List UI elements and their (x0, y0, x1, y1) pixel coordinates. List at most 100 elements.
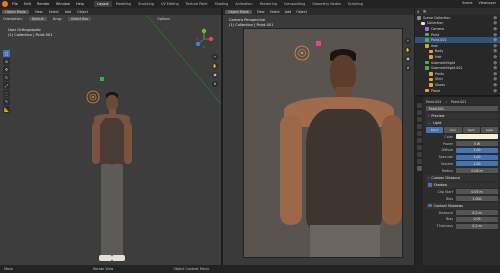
tab-modeling[interactable]: Modeling (113, 1, 134, 7)
pan-hand-icon[interactable]: ✋ (212, 63, 218, 69)
property-field[interactable]: 0.2 m (456, 223, 498, 229)
contact-shadows-checkbox[interactable] (428, 203, 432, 208)
visibility-eye-icon[interactable]: 👁 (493, 16, 497, 20)
zoom-icon[interactable]: + (212, 54, 218, 60)
outliner-item[interactable]: Plane 👁 (415, 88, 500, 94)
transform-tool-icon[interactable]: ⬚ (3, 90, 10, 97)
tab-constraints-icon[interactable] (416, 159, 422, 164)
scale-tool-icon[interactable]: ⤢ (3, 82, 10, 89)
viewport-user-ortho[interactable]: Object Mode View Select Add Object Orien… (0, 8, 222, 265)
tab-geometry-nodes[interactable]: Geometry Nodes (309, 1, 344, 7)
visibility-eye-icon[interactable]: 👁 (493, 61, 497, 65)
menu-edit[interactable]: Edit (24, 2, 31, 6)
property-field[interactable]: 0.03 (456, 216, 498, 222)
pan-hand-icon[interactable]: ✋ (405, 47, 411, 53)
color-swatch[interactable] (456, 134, 498, 140)
light-type-spot[interactable]: Spot (462, 126, 480, 133)
light-type-area[interactable]: Area (480, 126, 498, 133)
visibility-eye-icon[interactable]: 👁 (493, 83, 497, 87)
blender-logo-icon[interactable] (2, 1, 8, 7)
menu-object[interactable]: Object (77, 10, 88, 14)
orientation-dropdown[interactable]: Default (28, 16, 47, 21)
tab-world-icon[interactable] (416, 138, 422, 143)
tab-output-icon[interactable] (416, 117, 422, 122)
visibility-eye-icon[interactable]: 👁 (493, 21, 497, 25)
visibility-eye-icon[interactable]: 👁 (493, 55, 497, 59)
visibility-eye-icon[interactable]: 👁 (493, 49, 497, 53)
menu-object[interactable]: Object (296, 10, 307, 14)
camera-view-icon[interactable]: ▣ (212, 72, 218, 78)
visibility-eye-icon[interactable]: 👁 (493, 38, 497, 42)
shadow-section[interactable]: Shadow (426, 181, 498, 188)
preview-section[interactable]: › Preview (426, 112, 498, 119)
tab-light-data-icon[interactable] (416, 166, 422, 171)
property-field[interactable]: 0.08 m (456, 168, 498, 174)
property-field[interactable]: 0.05 m (456, 189, 498, 195)
viewlayer-selector[interactable]: ViewLayer (479, 1, 497, 5)
tab-compositing[interactable]: Compositing (281, 1, 308, 7)
datablock-field[interactable]: Point.001 (426, 106, 498, 112)
menu-add[interactable]: Add (285, 10, 291, 14)
perspective-grid-icon[interactable]: # (212, 81, 218, 87)
select-tool-icon[interactable]: ▢ (3, 50, 10, 57)
property-field[interactable]: 0.2 m (456, 210, 498, 216)
visibility-eye-icon[interactable]: 👁 (493, 77, 497, 81)
tab-layout[interactable]: Layout (94, 1, 112, 7)
tab-sculpting[interactable]: Sculpting (135, 1, 157, 7)
visibility-eye-icon[interactable]: 👁 (493, 66, 497, 70)
tab-texture-paint[interactable]: Texture Paint (183, 1, 211, 7)
tab-rendering[interactable]: Rendering (257, 1, 280, 7)
custom-distance-section[interactable]: › Custom Distance (426, 174, 498, 181)
mode-dropdown[interactable]: Object Mode (225, 9, 252, 14)
tab-scripting[interactable]: Scripting (345, 1, 366, 7)
visibility-eye-icon[interactable]: 👁 (493, 27, 497, 31)
tab-view-layer-icon[interactable] (416, 124, 422, 129)
light-type-point[interactable]: Point (426, 126, 444, 133)
outliner-search-icon[interactable]: 🔍 (423, 10, 427, 14)
menu-help[interactable]: Help (76, 2, 84, 6)
options-dropdown[interactable]: Options (157, 17, 170, 21)
character-model[interactable] (88, 92, 136, 265)
move-tool-icon[interactable]: ✥ (3, 66, 10, 73)
light-section[interactable]: ⌄ Light (426, 119, 498, 126)
property-field[interactable]: 1.000 (456, 196, 498, 202)
menu-view[interactable]: View (257, 10, 265, 14)
menu-add[interactable]: Add (65, 10, 71, 14)
menu-select[interactable]: Select (49, 10, 59, 14)
cursor-tool-icon[interactable]: ⊕ (3, 58, 10, 65)
zoom-icon[interactable]: + (405, 38, 411, 44)
visibility-eye-icon[interactable]: 👁 (493, 89, 497, 93)
drag-dropdown[interactable]: Select Box (67, 16, 92, 21)
tab-shading[interactable]: Shading (212, 1, 232, 7)
tab-uv-editing[interactable]: UV Editing (158, 1, 182, 7)
property-field[interactable]: 1.00 (456, 161, 498, 167)
perspective-grid-icon[interactable]: # (405, 65, 411, 71)
camera-view-icon[interactable]: ▣ (405, 56, 411, 62)
property-field[interactable]: 1.00 (456, 147, 498, 153)
tab-object-icon[interactable] (416, 145, 422, 150)
light-type-sun[interactable]: Sun (444, 126, 462, 133)
mode-dropdown[interactable]: Object Mode (2, 9, 29, 14)
contact-shadows-section[interactable]: Contact Shadows (426, 202, 498, 209)
annotate-tool-icon[interactable]: ✎ (3, 98, 10, 105)
visibility-eye-icon[interactable]: 👁 (493, 72, 497, 76)
navigation-gizmo-icon[interactable] (193, 28, 215, 50)
viewport-camera[interactable]: Object Mode View Select Add Object Camer… (223, 8, 414, 265)
scene-selector[interactable]: Scene (462, 1, 472, 5)
tab-render-icon[interactable] (416, 110, 422, 115)
visibility-eye-icon[interactable]: 👁 (493, 33, 497, 37)
property-field[interactable]: 1.00 (456, 154, 498, 160)
tab-scene-icon[interactable] (416, 131, 422, 136)
menu-select[interactable]: Select (270, 10, 280, 14)
property-field[interactable]: 5 W (456, 141, 498, 147)
menu-window[interactable]: Window (56, 2, 70, 6)
rotate-tool-icon[interactable]: ↻ (3, 74, 10, 81)
tab-tool-icon[interactable] (416, 103, 422, 108)
tab-physics-icon[interactable] (416, 152, 422, 157)
menu-render[interactable]: Render (37, 2, 50, 6)
character-model-closeup[interactable] (254, 47, 402, 257)
tab-animation[interactable]: Animation (232, 1, 255, 7)
outliner-filter-icon[interactable]: ⚲ (417, 10, 419, 14)
measure-tool-icon[interactable]: 📐 (3, 106, 10, 113)
visibility-eye-icon[interactable]: 👁 (493, 44, 497, 48)
